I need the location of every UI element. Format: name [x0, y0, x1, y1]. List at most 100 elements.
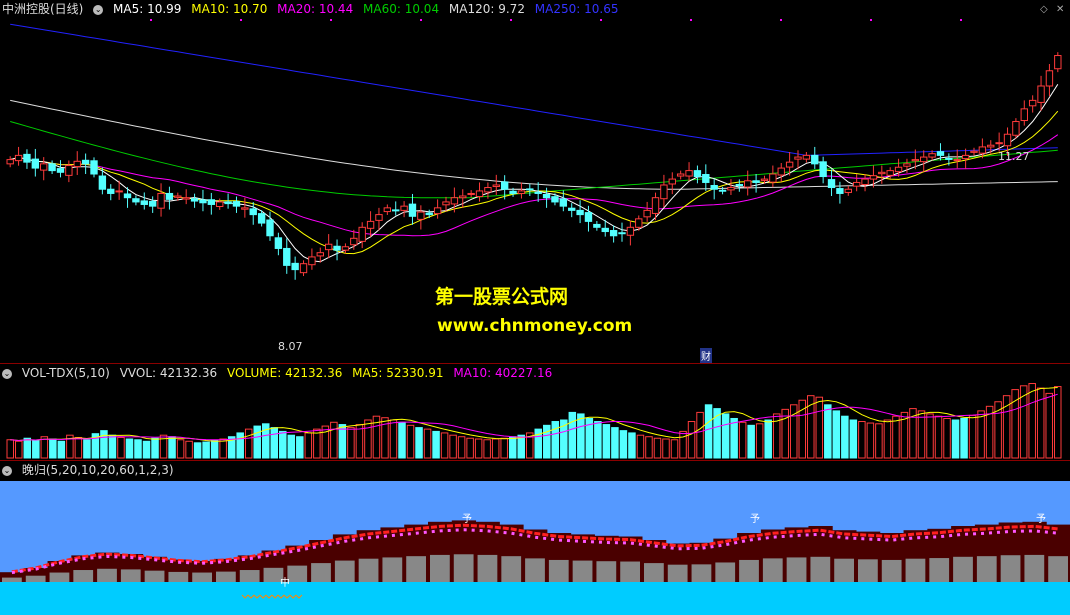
candlestick: [1037, 85, 1045, 103]
candlestick: [978, 146, 987, 154]
candlestick: [308, 256, 316, 266]
candlestick: [375, 214, 383, 221]
indicator-toggle-icon[interactable]: ⌄: [2, 465, 12, 476]
candlestick: [643, 209, 651, 218]
volume-bar: [6, 439, 15, 459]
volume-bar: [49, 438, 57, 459]
watermark-url: www.chnmoney.com: [437, 316, 633, 336]
candlestick: [350, 237, 358, 246]
close-icon[interactable]: ✕: [1056, 4, 1064, 15]
candlestick: [241, 207, 249, 210]
volume-bar: [1045, 392, 1053, 459]
candlestick: [459, 195, 467, 199]
candlestick: [1045, 70, 1054, 87]
indicator-gray-bar: [430, 554, 450, 582]
indicator-gray-bar: [501, 556, 522, 582]
candlestick: [383, 207, 392, 213]
finance-event-marker[interactable]: 财: [700, 348, 712, 363]
candlestick: [500, 181, 509, 190]
volume-bar: [449, 434, 457, 459]
volume-bar: [432, 430, 440, 459]
candlestick: [283, 247, 291, 266]
candlestick: [593, 223, 601, 228]
candlestick: [316, 252, 324, 257]
volume-bar: [364, 419, 372, 459]
settings-toggle-icon[interactable]: ⌄: [93, 4, 104, 15]
volume-bar: [125, 438, 134, 459]
candlestick: [165, 192, 174, 200]
candlestick: [123, 193, 132, 199]
candlestick: [266, 219, 274, 237]
candlestick: [98, 175, 107, 190]
candlestick: [811, 154, 819, 165]
indicator-gray-bar: [334, 560, 355, 582]
signal-dot: [150, 19, 152, 21]
candlestick: [551, 196, 559, 203]
candlestick: [827, 179, 836, 189]
volume-bar: [943, 417, 951, 459]
candlestick: [199, 199, 207, 204]
candlestick: [433, 207, 442, 215]
candlestick: [442, 201, 450, 206]
signal-dot: [780, 19, 782, 21]
candlestick: [903, 163, 911, 167]
indicator-gray-bar: [120, 569, 141, 582]
volume-panel[interactable]: ⌄ VOL-TDX(5,10) VVOL: 42132.36 VOLUME: 4…: [0, 364, 1070, 460]
collapse-icon[interactable]: ◇: [1040, 4, 1048, 15]
indicator-gray-bar: [905, 558, 926, 582]
candlestick: [81, 159, 90, 165]
candlestick: [190, 198, 199, 202]
candlestick: [676, 173, 685, 177]
volume-bar: [508, 436, 517, 459]
candlestick: [945, 157, 953, 160]
price-header: 中洲控股(日线) ⌄ MA5: 10.99 MA10: 10.70 MA20: …: [2, 2, 624, 17]
candlestick: [174, 195, 182, 198]
volume-bar: [645, 436, 653, 459]
indicator-chart-canvas[interactable]: [0, 461, 1070, 615]
signal-dot: [240, 19, 242, 21]
candlestick: [417, 211, 425, 220]
ma250-label: MA250: 10.65: [534, 2, 619, 16]
candlestick: [609, 230, 618, 237]
candlestick: [249, 208, 257, 216]
candlestick: [366, 220, 375, 229]
volume-bar: [83, 439, 91, 459]
volume-bar: [636, 434, 645, 459]
candlestick: [392, 209, 400, 212]
volume-bar: [202, 441, 210, 459]
indicator-panel[interactable]: ⌄ 晚归(5,20,10,20,60,1,2,3) 中 予 予 予: [0, 461, 1070, 615]
candlestick: [584, 212, 593, 222]
indicator-gray-bar: [311, 563, 331, 582]
volume-bar: [747, 424, 755, 459]
candlestick: [509, 190, 517, 194]
candlestick: [601, 227, 609, 233]
candlestick: [207, 199, 216, 205]
volume-bar: [551, 421, 560, 459]
price-chart-panel[interactable]: 中洲控股(日线) ⌄ MA5: 10.99 MA10: 10.70 MA20: …: [0, 0, 1070, 363]
candlestick: [216, 201, 224, 207]
candlestick: [291, 262, 299, 271]
candlestick: [65, 165, 73, 176]
volume-indicator-name: VOL-TDX(5,10): [21, 366, 110, 380]
candlestick: [920, 156, 928, 163]
candlestick: [6, 159, 14, 165]
ma250-line: [10, 23, 1058, 156]
volume-bar: [219, 438, 227, 459]
candlestick: [995, 142, 1003, 145]
volume-bar: [500, 437, 508, 459]
candlestick: [710, 185, 718, 190]
indicator-gray-bar: [453, 554, 474, 582]
ma60-label: MA60: 10.04: [363, 2, 440, 16]
volume-bar: [543, 424, 551, 459]
volume-ma10-line: [10, 393, 1058, 442]
volume-bar: [406, 424, 415, 459]
candlestick: [752, 180, 760, 183]
volume-bar: [151, 437, 159, 459]
signal-dot: [420, 19, 422, 21]
volume-toggle-icon[interactable]: ⌄: [2, 368, 12, 379]
volume-bar: [57, 440, 66, 459]
candlestick: [56, 168, 65, 173]
indicator-gray-bar: [358, 558, 379, 582]
volume-bar: [168, 436, 176, 459]
volume-bar: [117, 436, 125, 459]
